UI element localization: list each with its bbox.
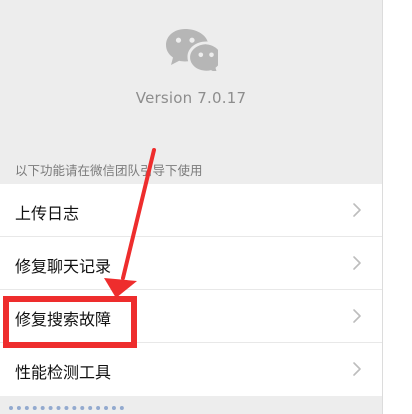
screen: Version 7.0.17 以下功能请在微信团队引导下使用 上传日志 修复聊天…	[0, 0, 412, 414]
tools-menu: 上传日志 修复聊天记录 修复搜索故障 性能检测工具	[0, 184, 382, 396]
wechat-logo-icon	[166, 29, 218, 71]
menu-item-performance-tool[interactable]: 性能检测工具	[0, 343, 382, 396]
section-title: 以下功能请在微信团队引导下使用	[15, 163, 203, 178]
menu-item-repair-chat-history[interactable]: 修复聊天记录	[0, 237, 382, 290]
right-panel-edge	[382, 0, 412, 414]
chevron-right-icon	[353, 256, 361, 270]
menu-item-label: 性能检测工具	[15, 363, 112, 382]
partial-link-row	[0, 406, 382, 414]
menu-item-repair-search[interactable]: 修复搜索故障	[0, 290, 382, 343]
menu-item-label: 修复聊天记录	[15, 257, 112, 276]
menu-item-upload-logs[interactable]: 上传日志	[0, 184, 382, 237]
chevron-right-icon	[353, 309, 361, 323]
chevron-right-icon	[353, 362, 361, 376]
menu-item-label: 上传日志	[15, 204, 80, 223]
menu-item-label: 修复搜索故障	[15, 310, 112, 329]
chevron-right-icon	[353, 203, 361, 217]
version-text: Version 7.0.17	[135, 89, 247, 107]
